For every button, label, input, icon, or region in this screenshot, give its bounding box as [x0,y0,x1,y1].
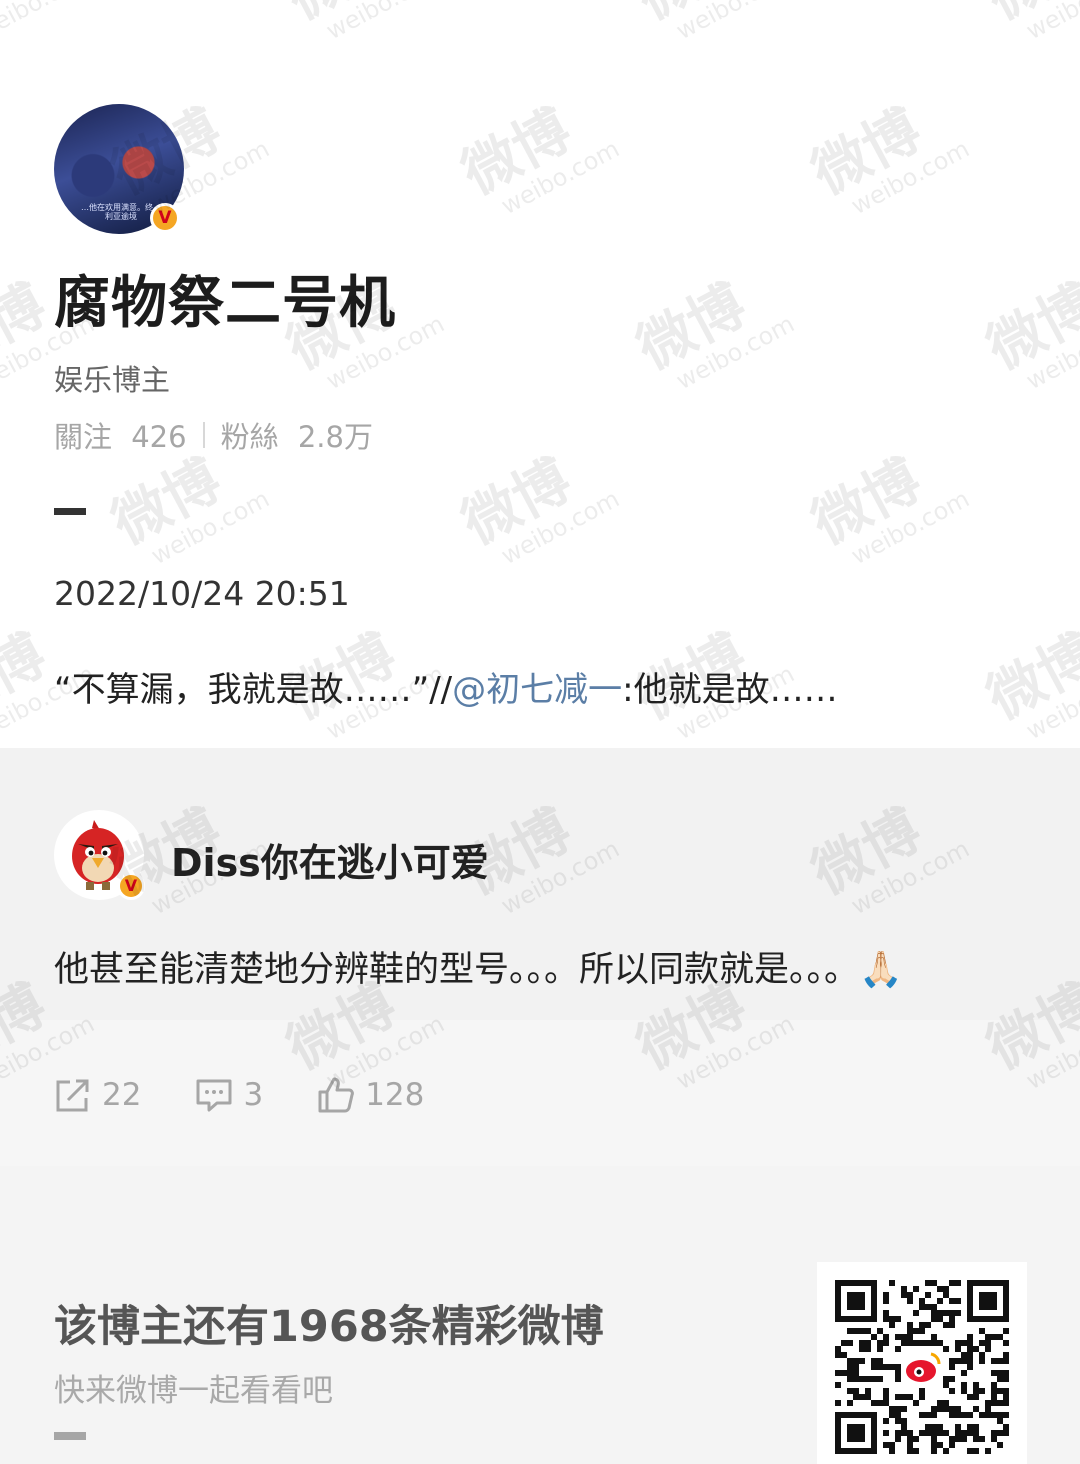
weibo-watermark: 微博weibo.com [802,97,975,221]
weibo-watermark: 微博weibo.com [977,622,1080,746]
footer-cta-subtitle: 快来微博一起看看吧 [54,1373,333,1409]
share-count: 22 [102,1077,142,1113]
share-icon [56,1079,89,1112]
qr-code[interactable] [817,1262,1027,1464]
weibo-watermark: 微博weibo.com [277,0,450,46]
profile-role: 娱乐博主 [54,363,171,397]
comment-icon [196,1079,232,1112]
comment-button[interactable]: 3 [195,1076,263,1114]
followers-count: 2.8万 [297,420,373,454]
comment-count: 3 [243,1077,264,1113]
verified-badge-icon: V [150,203,180,233]
thumbs-up-icon [318,1077,355,1113]
like-button[interactable]: 128 [317,1076,424,1114]
verified-badge-icon: V [117,872,145,900]
mention-link[interactable]: @初七减一 [452,670,622,710]
profile-name[interactable]: 腐物祭二号机 [54,258,396,339]
stats-divider [202,422,205,448]
followers-stat[interactable]: 粉絲 2.8万 [221,414,373,456]
weibo-watermark: 微博weibo.com [627,0,800,46]
qr-code-image [835,1280,1009,1454]
post-text-before: “不算漏，我就是故……”// [54,670,453,710]
weibo-watermark: 微博weibo.com [977,0,1080,46]
following-label: 關注 [54,420,113,454]
post-date: 2022/10/24 20:51 [54,574,350,613]
footer-cta-title: 该博主还有1968条精彩微博 [54,1302,604,1352]
weibo-watermark: 微博weibo.com [977,272,1080,396]
weibo-watermark: 微博weibo.com [802,447,975,571]
post-text: “不算漏，我就是故……”//@初七减一:他就是故…… [54,662,838,711]
like-count: 128 [365,1077,425,1113]
followers-label: 粉絲 [220,420,279,454]
section-divider [54,508,86,515]
weibo-watermark: 微博weibo.com [102,447,275,571]
weibo-watermark: 微博weibo.com [452,447,625,571]
repost-content: 他甚至能清楚地分辨鞋的型号。。。所以同款就是。。。🙏🏻 [54,950,903,990]
weibo-watermark: 微博weibo.com [627,272,800,396]
profile-stats: 關注 426 粉絲 2.8万 [54,414,373,456]
post-actions: 22 3 128 [54,1076,478,1114]
weibo-watermark: 微博weibo.com [452,97,625,221]
footer-divider [54,1432,86,1440]
weibo-watermark: 微博weibo.com [0,0,100,46]
share-button[interactable]: 22 [54,1076,141,1114]
following-stat[interactable]: 關注 426 [54,414,187,456]
repost-author-name[interactable]: Diss你在逃小可爱 [171,832,489,887]
following-count: 426 [131,420,187,454]
post-text-after: :他就是故…… [622,670,838,710]
